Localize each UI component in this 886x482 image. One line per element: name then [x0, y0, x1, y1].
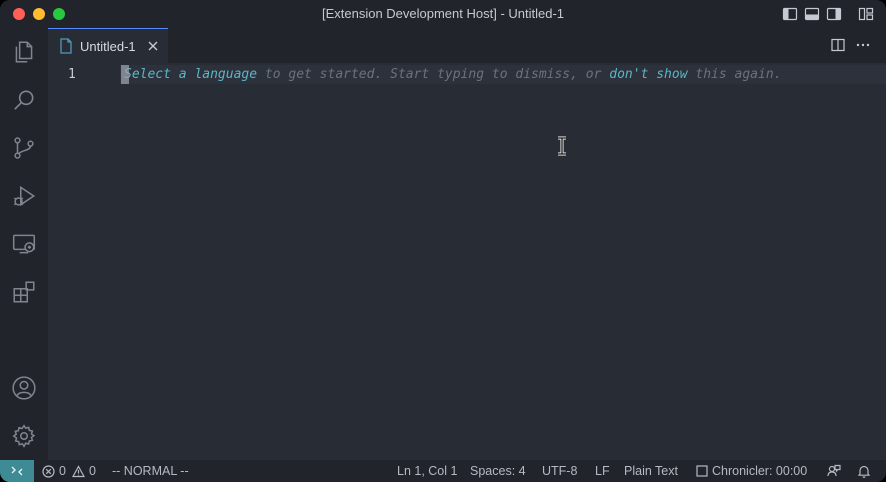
- toggle-primary-sidebar-icon[interactable]: [782, 6, 798, 22]
- record-square-icon: [696, 465, 708, 477]
- error-icon: [42, 464, 55, 478]
- remote-indicator-button[interactable]: [0, 460, 34, 482]
- editor-tab-bar: Untitled-1: [48, 28, 886, 63]
- problems-button[interactable]: 0 0: [42, 460, 96, 482]
- manage-gear-icon[interactable]: [10, 422, 38, 450]
- line-number: 1: [68, 67, 76, 82]
- hint-text-middle: to get started. Start typing to dismiss,…: [257, 67, 610, 82]
- select-language-link[interactable]: Select a language: [124, 67, 257, 82]
- empty-editor-hint: Select a language to get started. Start …: [124, 65, 781, 84]
- hint-text-end: this again.: [687, 67, 782, 82]
- vim-mode-indicator: -- NORMAL --: [112, 464, 189, 478]
- end-of-line-button[interactable]: LF: [595, 460, 610, 482]
- window-title: [Extension Development Host] - Untitled-…: [321, 6, 565, 21]
- warning-count: 0: [88, 464, 96, 478]
- notifications-bell-icon[interactable]: [857, 464, 871, 478]
- remote-icon: [11, 466, 23, 476]
- run-and-debug-icon[interactable]: [10, 182, 38, 210]
- search-icon[interactable]: [10, 86, 38, 114]
- warning-icon: [71, 464, 85, 477]
- remote-explorer-icon[interactable]: [10, 230, 38, 258]
- chronicler-label: Chronicler: 00:00: [712, 464, 808, 478]
- activity-bar: [0, 28, 48, 460]
- title-bar: [Extension Development Host] - Untitled-…: [0, 0, 886, 28]
- dont-show-link[interactable]: don't show: [609, 67, 687, 82]
- status-bar: 0 0 -- NORMAL -- Ln 1, Col 1 Spaces: 4 U…: [0, 460, 886, 482]
- split-editor-icon[interactable]: [831, 38, 845, 52]
- cursor-position-button[interactable]: Ln 1, Col 1: [397, 460, 457, 482]
- encoding-button[interactable]: UTF-8: [542, 460, 577, 482]
- extensions-icon[interactable]: [10, 278, 38, 306]
- tab-untitled-1[interactable]: Untitled-1: [48, 28, 168, 63]
- toggle-secondary-sidebar-icon[interactable]: [826, 6, 842, 22]
- mouse-ibeam-cursor-icon: [558, 136, 566, 156]
- more-actions-icon[interactable]: [856, 38, 870, 52]
- toggle-panel-icon[interactable]: [804, 6, 820, 22]
- accounts-icon[interactable]: [10, 374, 38, 402]
- explorer-icon[interactable]: [10, 38, 38, 66]
- text-cursor: [121, 65, 129, 84]
- error-count: 0: [59, 464, 66, 478]
- vscode-window: [Extension Development Host] - Untitled-…: [0, 0, 886, 482]
- indentation-button[interactable]: Spaces: 4: [470, 460, 526, 482]
- chronicler-button[interactable]: Chronicler: 00:00: [696, 460, 807, 482]
- language-mode-button[interactable]: Plain Text: [624, 460, 678, 482]
- file-icon: [60, 38, 72, 54]
- source-control-icon[interactable]: [10, 134, 38, 162]
- close-tab-icon[interactable]: [146, 39, 160, 53]
- editor-area[interactable]: 1 Select a language to get started. Star…: [48, 63, 886, 460]
- tab-label: Untitled-1: [80, 38, 136, 54]
- feedback-icon[interactable]: [827, 464, 841, 478]
- customize-layout-icon[interactable]: [858, 6, 874, 22]
